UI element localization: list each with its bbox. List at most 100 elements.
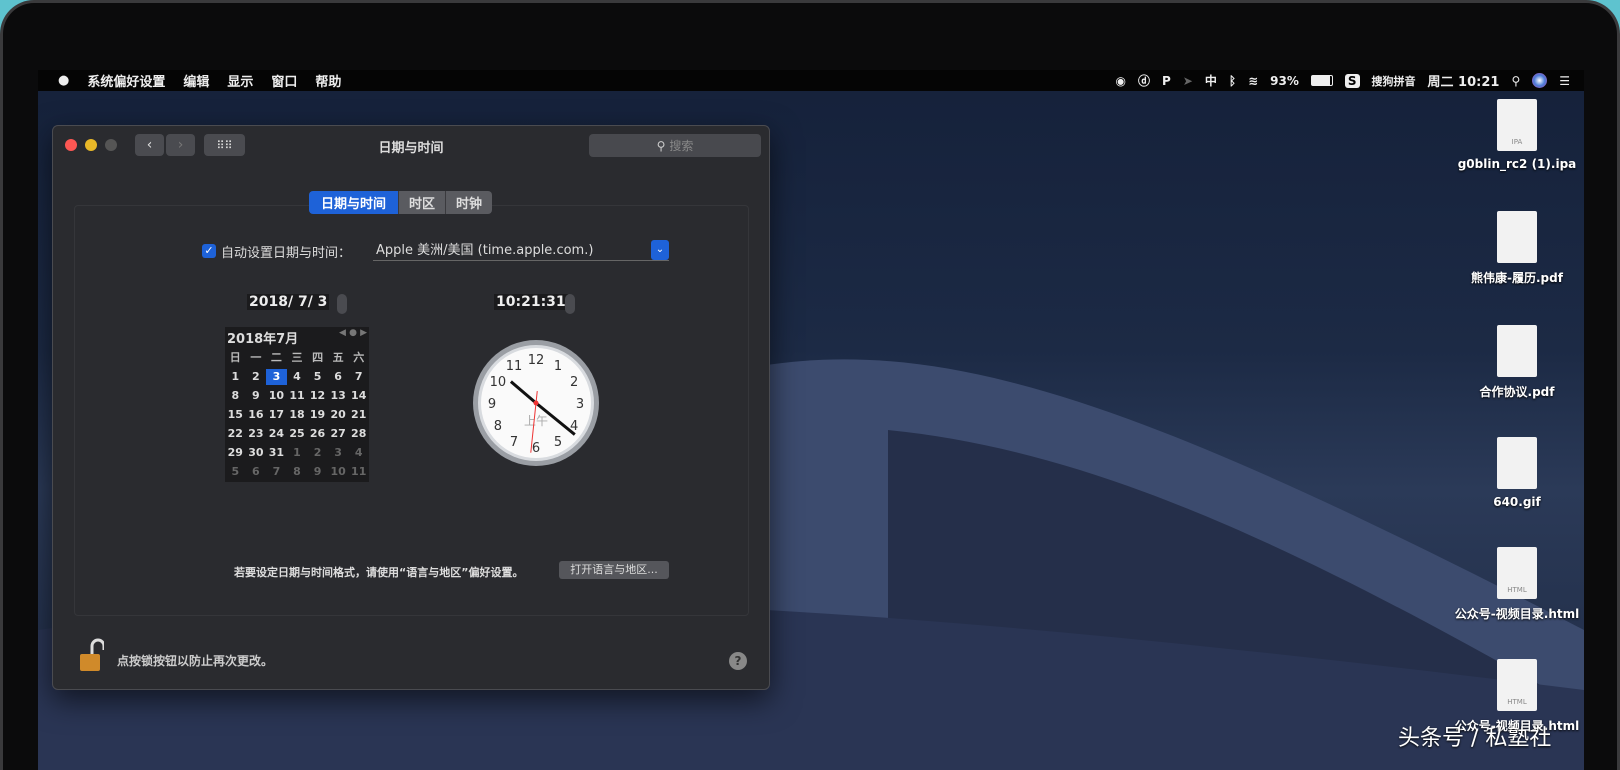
record-icon[interactable]: ◉ bbox=[1115, 74, 1125, 88]
auto-set-checkbox[interactable]: ✓ bbox=[202, 244, 216, 258]
tab-date-time[interactable]: 日期与时间 bbox=[309, 191, 399, 214]
calendar-day[interactable]: 14 bbox=[348, 388, 369, 404]
minimize-button[interactable] bbox=[85, 139, 97, 151]
open-language-region-button[interactable]: 打开语言与地区... bbox=[559, 561, 669, 579]
apple-menu-icon[interactable]: ● bbox=[58, 73, 69, 88]
time-stepper[interactable] bbox=[565, 294, 575, 314]
tab-time-zone[interactable]: 时区 bbox=[398, 191, 446, 214]
calendar-day[interactable]: 16 bbox=[246, 407, 267, 423]
calendar-day-next-month[interactable]: 8 bbox=[287, 464, 308, 480]
auto-set-label: 自动设置日期与时间： bbox=[221, 246, 352, 261]
calendar: 2018年7月 ◀ ● ▶ 日一二三四五六 1 2 3 4 5 6 7 8 9 10 11 12 13 14 1… bbox=[225, 327, 369, 482]
menu-window[interactable]: 窗口 bbox=[271, 71, 297, 90]
clock-center bbox=[533, 400, 539, 406]
calendar-day[interactable]: 26 bbox=[307, 426, 328, 442]
desktop-file-icon[interactable]: 合作协议.pdf bbox=[1452, 325, 1582, 400]
time-server-select[interactable]: Apple 美洲/美国 (time.apple.com.) ⌄ bbox=[373, 240, 669, 261]
calendar-day[interactable]: 9 bbox=[246, 388, 267, 404]
back-button[interactable]: ‹ bbox=[135, 134, 164, 156]
calendar-day[interactable]: 1 bbox=[225, 369, 246, 385]
calendar-day-next-month[interactable]: 10 bbox=[328, 464, 349, 480]
help-button[interactable]: ? bbox=[729, 652, 747, 670]
desktop-file-icon[interactable]: HTML 公众号-视频目录.html bbox=[1452, 659, 1582, 734]
calendar-day[interactable]: 27 bbox=[328, 426, 349, 442]
chevron-down-icon[interactable]: ⌄ bbox=[651, 240, 669, 260]
date-time-preferences-window: ‹ › ⠿⠿ 日期与时间 ⚲ 搜索 日期与时间 时区 时钟 ✓ 自动设置日期与时间… bbox=[52, 125, 770, 690]
siri-icon[interactable] bbox=[1532, 73, 1548, 88]
calendar-day[interactable]: 11 bbox=[287, 388, 308, 404]
calendar-nav-icons[interactable]: ◀ ● ▶ bbox=[339, 328, 367, 347]
bluetooth-icon[interactable]: ᛒ bbox=[1229, 74, 1236, 88]
calendar-day[interactable]: 29 bbox=[225, 445, 246, 461]
content-panel bbox=[74, 205, 749, 616]
calendar-day-next-month[interactable]: 3 bbox=[328, 445, 349, 461]
notification-center-icon[interactable]: ☰ bbox=[1559, 74, 1570, 88]
spotlight-icon[interactable]: ⚲ bbox=[1511, 74, 1520, 88]
tab-clock[interactable]: 时钟 bbox=[445, 191, 493, 214]
calendar-day-next-month[interactable]: 7 bbox=[266, 464, 287, 480]
show-all-grid-icon[interactable]: ⠿⠿ bbox=[204, 134, 245, 156]
calendar-day[interactable]: 13 bbox=[328, 388, 349, 404]
calendar-day[interactable]: 21 bbox=[348, 407, 369, 423]
calendar-day-next-month[interactable]: 2 bbox=[307, 445, 328, 461]
calendar-day[interactable]: 30 bbox=[246, 445, 267, 461]
sogou-icon[interactable]: S bbox=[1344, 73, 1360, 88]
calendar-day[interactable]: 22 bbox=[225, 426, 246, 442]
file-icon bbox=[1497, 325, 1537, 377]
calendar-day[interactable]: 20 bbox=[328, 407, 349, 423]
calendar-day-next-month[interactable]: 6 bbox=[246, 464, 267, 480]
lock-hint: 点按锁按钮以防止再次更改。 bbox=[117, 654, 274, 668]
calendar-day[interactable]: 24 bbox=[266, 426, 287, 442]
calendar-day[interactable]: 10 bbox=[266, 388, 287, 404]
forward-button[interactable]: › bbox=[166, 134, 195, 156]
desktop-file-icon[interactable]: 熊伟康-履历.pdf bbox=[1452, 211, 1582, 286]
desktop-file-icon[interactable]: 640.gif bbox=[1452, 437, 1582, 509]
ime-indicator[interactable]: 中 bbox=[1205, 72, 1217, 89]
calendar-day[interactable]: 31 bbox=[266, 445, 287, 461]
calendar-day-next-month[interactable]: 11 bbox=[348, 464, 369, 480]
date-field[interactable]: 2018/ 7/ 3 bbox=[247, 294, 330, 310]
calendar-day[interactable]: 2 bbox=[246, 369, 267, 385]
calendar-day[interactable]: 12 bbox=[307, 388, 328, 404]
battery-icon[interactable] bbox=[1310, 75, 1333, 86]
menu-app[interactable]: 系统偏好设置 bbox=[87, 71, 165, 90]
calendar-day[interactable]: 5 bbox=[307, 369, 328, 385]
calendar-day-next-month[interactable]: 1 bbox=[287, 445, 308, 461]
calendar-day[interactable]: 3 bbox=[266, 369, 287, 385]
menu-view[interactable]: 显示 bbox=[227, 71, 253, 90]
desktop-file-icon[interactable]: IPA g0blin_rc2 (1).ipa bbox=[1452, 99, 1582, 171]
search-field[interactable]: ⚲ 搜索 bbox=[589, 134, 761, 157]
calendar-day[interactable]: 19 bbox=[307, 407, 328, 423]
battery-percent[interactable]: 93% bbox=[1270, 74, 1299, 88]
calendar-day[interactable]: 25 bbox=[287, 426, 308, 442]
menubar-clock[interactable]: 周二 10:21 bbox=[1428, 71, 1500, 90]
desktop-file-icon[interactable]: HTML 公众号-视频目录.html bbox=[1452, 547, 1582, 622]
unlocked-padlock-icon[interactable] bbox=[78, 638, 104, 672]
wifi-icon[interactable]: ≋ bbox=[1248, 74, 1258, 88]
zoom-button[interactable] bbox=[105, 139, 117, 151]
calendar-day[interactable]: 28 bbox=[348, 426, 369, 442]
weekday-header: 五 bbox=[332, 351, 344, 364]
calendar-day-next-month[interactable]: 9 bbox=[307, 464, 328, 480]
input-method-label[interactable]: 搜狗拼音 bbox=[1372, 73, 1416, 89]
close-button[interactable] bbox=[65, 139, 77, 151]
p-app-icon[interactable]: P bbox=[1162, 74, 1171, 88]
menu-edit[interactable]: 编辑 bbox=[183, 71, 209, 90]
calendar-day[interactable]: 17 bbox=[266, 407, 287, 423]
file-name: 640.gif bbox=[1493, 495, 1541, 509]
calendar-day[interactable]: 18 bbox=[287, 407, 308, 423]
calendar-day[interactable]: 8 bbox=[225, 388, 246, 404]
menu-help[interactable]: 帮助 bbox=[315, 71, 341, 90]
time-field[interactable]: 10:21:31 bbox=[494, 294, 568, 310]
cursor-app-icon[interactable]: ➤ bbox=[1183, 74, 1193, 88]
calendar-day-next-month[interactable]: 4 bbox=[348, 445, 369, 461]
calendar-day-next-month[interactable]: 5 bbox=[225, 464, 246, 480]
tiktok-icon[interactable]: ⓓ bbox=[1138, 72, 1150, 89]
calendar-day[interactable]: 23 bbox=[246, 426, 267, 442]
date-stepper[interactable] bbox=[337, 294, 347, 314]
clock-ampm: 上午 bbox=[524, 414, 548, 428]
calendar-day[interactable]: 15 bbox=[225, 407, 246, 423]
calendar-day[interactable]: 6 bbox=[328, 369, 349, 385]
calendar-day[interactable]: 4 bbox=[287, 369, 308, 385]
calendar-day[interactable]: 7 bbox=[348, 369, 369, 385]
